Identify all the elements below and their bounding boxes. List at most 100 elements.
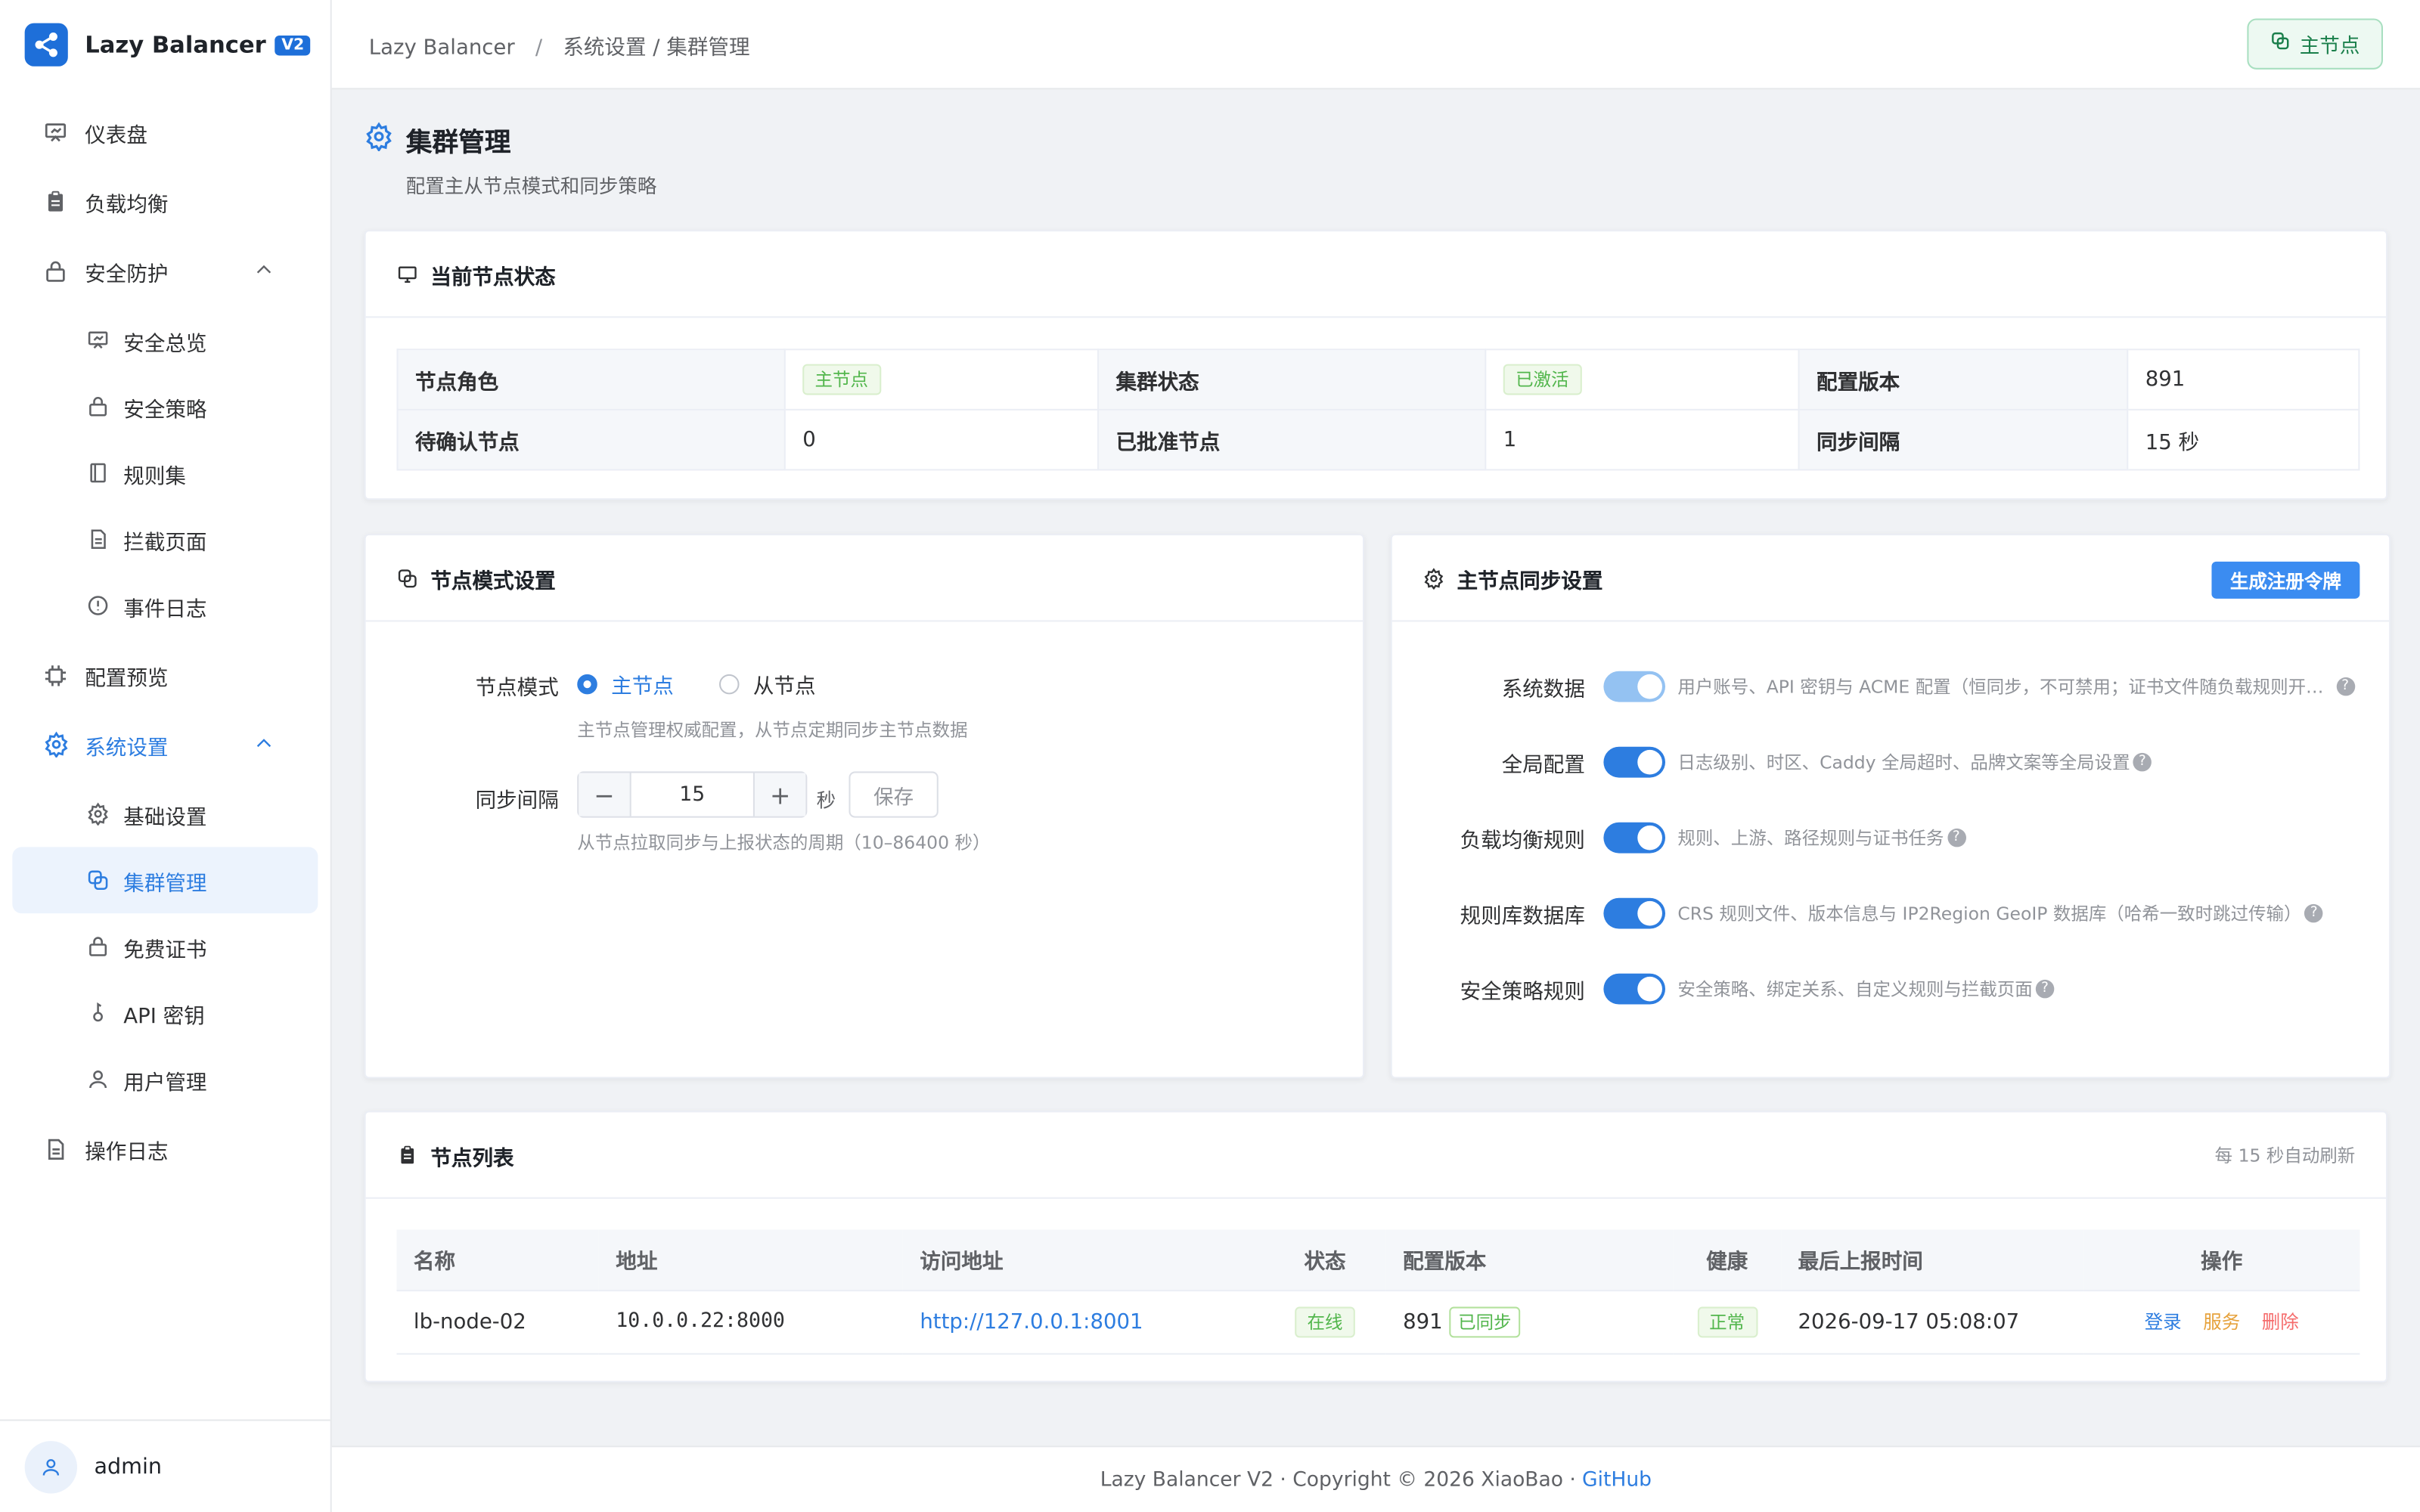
link-icon [85,868,110,893]
help-icon[interactable]: ? [2035,979,2055,999]
sync-toggle[interactable] [1603,746,1666,778]
decrement-button[interactable]: − [579,773,630,816]
sync-row-description: 用户账号、API 密钥与 ACME 配置（恒同步，不可禁用；证书文件随负载规则开… [1677,675,2324,698]
login-link[interactable]: 登录 [2145,1312,2182,1334]
save-button[interactable]: 保存 [849,771,939,818]
nav-dashboard[interactable]: 仪表盘 [0,99,318,166]
warning-circle-icon [85,593,110,618]
radio-master[interactable]: 主节点 [577,668,674,699]
nav-system-settings[interactable]: 系统设置 [0,711,318,778]
help-icon[interactable]: ? [2133,752,2152,772]
help-icon[interactable]: ? [2335,677,2355,696]
nav-security[interactable]: 安全防护 [0,237,318,304]
user-icon [42,1458,60,1475]
sync-toggle[interactable] [1603,973,1666,1005]
sync-interval-input[interactable]: 15 [629,773,755,816]
node-name: lb-node-02 [396,1290,599,1354]
service-link[interactable]: 服务 [2203,1312,2240,1334]
brand[interactable]: Lazy Balancer V2 [0,0,330,89]
help-icon[interactable]: ? [1947,828,1965,847]
generate-token-button[interactable]: 生成注册令牌 [2211,561,2360,599]
nav-system-settings-label: 系统设置 [85,735,169,761]
dashboard-icon [42,118,70,146]
link-icon [396,567,418,589]
nav-load-balance[interactable]: 负载均衡 [0,168,318,234]
pending-nodes-label: 待确认节点 [396,408,786,471]
node-mode-label: 节点模式 [475,675,559,701]
share-icon [24,23,68,67]
dashboard-icon [85,328,110,353]
column-header[interactable]: 地址 [598,1229,903,1291]
nav-security-policy[interactable]: 安全策略 [12,373,318,440]
interval-unit: 秒 [816,788,836,812]
nav-rule-sets[interactable]: 规则集 [12,440,318,507]
node-role-button[interactable]: 主节点 [2247,18,2383,70]
sync-row-description: CRS 规则文件、版本信息与 IP2Region GeoIP 数据库（哈希一致时… [1677,902,2302,925]
nav-basic-settings-label: 基础设置 [123,804,207,829]
nav-block-page-label: 拦截页面 [123,530,207,555]
sync-interval-label: 同步间隔 [1798,408,2129,471]
column-header[interactable]: 健康 [1673,1229,1782,1291]
column-header[interactable]: 名称 [396,1229,599,1291]
lock-icon [85,394,110,419]
nav-block-page[interactable]: 拦截页面 [12,506,318,572]
column-header[interactable]: 状态 [1264,1229,1386,1291]
avatar [24,1440,78,1493]
delete-link[interactable]: 删除 [2262,1312,2299,1334]
help-icon[interactable]: ? [2304,903,2324,923]
github-link[interactable]: GitHub [1582,1468,1652,1492]
sync-row-label: 全局配置 [1501,752,1585,778]
column-header[interactable]: 最后上报时间 [1781,1229,2084,1291]
nav-api-key[interactable]: API 密钥 [12,980,318,1046]
nav-operation-log-label: 操作日志 [85,1139,169,1164]
sync-toggle [1603,671,1666,702]
breadcrumb-separator: / [535,34,543,60]
node-mode-hint: 主节点管理权威配置，从节点定期同步主节点数据 [577,719,968,741]
increment-button[interactable]: + [754,773,806,816]
page-subtitle: 配置主从节点模式和同步策略 [405,174,657,198]
cluster-state-label: 集群状态 [1097,349,1487,411]
card-title: 节点模式设置 [430,569,556,593]
nav-basic-settings[interactable]: 基础设置 [12,781,318,847]
nav-free-cert[interactable]: 免费证书 [12,913,318,980]
card-header: 节点模式设置 [365,535,1364,622]
sync-row-description: 安全策略、绑定关系、自定义规则与拦截页面 [1677,978,2033,1000]
config-version-value: 891 [2127,349,2360,411]
sync-interval-hint: 从节点拉取同步与上报状态的周期（10–86400 秒） [577,831,991,854]
nav-config-preview[interactable]: 配置预览 [0,642,318,708]
sync-row-label: 系统数据 [1501,677,1585,702]
nav-event-log[interactable]: 事件日志 [12,572,318,639]
table-header-row: 名称 地址 访问地址 状态 配置版本 健康 最后上报时间 操作 [396,1229,2360,1291]
radio-slave[interactable]: 从节点 [719,668,816,699]
clipboard-icon [396,1144,418,1166]
node-access-link[interactable]: http://127.0.0.1:8001 [920,1309,1143,1334]
card-title: 主节点同步设置 [1457,569,1603,593]
cpu-icon [42,661,70,689]
sync-toggle[interactable] [1603,897,1666,929]
sync-interval-stepper: − 15 + [577,771,808,818]
pending-nodes-value: 0 [783,408,1100,471]
sync-row-description: 规则、上游、路径规则与证书任务 [1677,826,1944,849]
key-icon [85,1000,110,1025]
breadcrumb: Lazy Balancer / 系统设置 / 集群管理 [369,29,750,60]
status-badge: 在线 [1295,1306,1355,1337]
sync-interval-value: 15 秒 [2127,408,2360,471]
column-header[interactable]: 配置版本 [1385,1229,1674,1291]
nav-user-mgmt[interactable]: 用户管理 [12,1046,318,1113]
clipboard-icon [42,187,70,215]
nav-operation-log[interactable]: 操作日志 [0,1115,318,1182]
sync-row-description: 日志级别、时区、Caddy 全局超时、品牌文案等全局设置 [1677,751,2130,773]
nav-cluster-mgmt[interactable]: 集群管理 [12,847,318,914]
node-role-button-label: 主节点 [2299,35,2360,59]
sync-toggle[interactable] [1603,822,1666,854]
cluster-state-tag: 已激活 [1503,364,1581,395]
current-node-status-card: 当前节点状态 节点角色 主节点 集群状态 已激活 配置版本 891 待确认节点 … [364,230,2388,500]
user-menu[interactable]: admin [0,1419,330,1512]
breadcrumb-root[interactable]: Lazy Balancer [369,35,515,60]
nav-security-overview[interactable]: 安全总览 [12,307,318,373]
column-header[interactable]: 访问地址 [902,1229,1264,1291]
health-badge: 正常 [1696,1306,1758,1337]
radio-dot [577,673,597,694]
card-title: 节点列表 [430,1145,514,1170]
nav-api-key-label: API 密钥 [123,1003,205,1029]
